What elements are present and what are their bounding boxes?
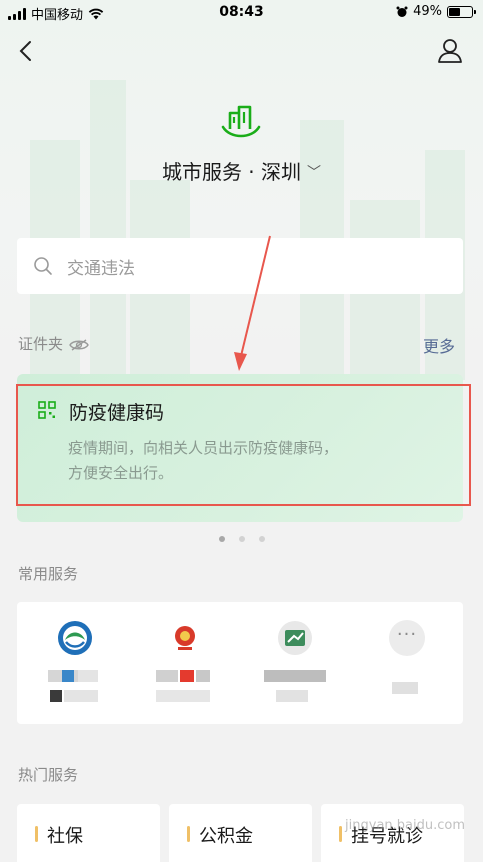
service-item[interactable] (134, 620, 234, 715)
carousel-dot (238, 536, 245, 542)
service-item[interactable]: ··· (356, 620, 456, 715)
alarm-icon (396, 6, 408, 17)
status-bar: 中国移动 08:43 49% (0, 0, 483, 26)
carousel-dot (258, 536, 265, 542)
hot-services-label: 热门服务 (18, 766, 79, 784)
search-placeholder: 交通违法 (67, 258, 135, 279)
credentials-section-label: 证件夹 (18, 333, 89, 354)
more-services-icon: ··· (389, 620, 425, 656)
carousel-indicator (0, 536, 483, 542)
common-services-label: 常用服务 (18, 565, 79, 583)
hot-service-social-security[interactable]: 社保 (17, 804, 160, 862)
accent-bar (35, 826, 38, 842)
accent-bar (339, 826, 342, 842)
city-selector[interactable]: 城市服务 · 深圳 ﹀ (0, 156, 483, 185)
chevron-down-icon: ﹀ (307, 165, 322, 181)
accent-bar (187, 826, 190, 842)
search-icon (34, 257, 52, 275)
service-emblem-icon (168, 621, 202, 655)
service-logo-icon (58, 621, 92, 655)
search-input[interactable]: 交通违法 (17, 238, 463, 294)
battery-icon (447, 5, 476, 18)
more-link[interactable]: 更多 (423, 333, 455, 357)
hot-service-registration[interactable]: 挂号就诊 (321, 804, 464, 862)
carousel-dot (218, 536, 225, 542)
health-code-card[interactable]: 防疫健康码 疫情期间，向相关人员出示防疫健康码，方便安全出行。 (17, 374, 463, 522)
battery-percent: 49% (413, 4, 442, 19)
service-item[interactable] (24, 620, 124, 715)
hot-service-label: 公积金 (199, 826, 253, 847)
common-services-panel: ··· (17, 602, 463, 724)
service-item[interactable] (244, 620, 344, 715)
eye-hidden-icon[interactable] (69, 338, 89, 352)
profile-icon[interactable] (435, 36, 465, 66)
city-title: 城市服务 · 深圳 (161, 160, 302, 184)
health-code-title: 防疫健康码 (69, 402, 165, 424)
health-code-description: 疫情期间，向相关人员出示防疫健康码，方便安全出行。 (68, 439, 339, 482)
watermark: jingyan.baidu.com (345, 818, 465, 833)
city-services-icon (221, 105, 261, 138)
hot-service-housing-fund[interactable]: 公积金 (169, 804, 312, 862)
hot-service-label: 社保 (47, 826, 83, 847)
qr-code-icon (38, 401, 56, 419)
back-button[interactable] (12, 36, 42, 66)
service-logo-icon (278, 621, 312, 655)
city-background-art (0, 0, 483, 380)
